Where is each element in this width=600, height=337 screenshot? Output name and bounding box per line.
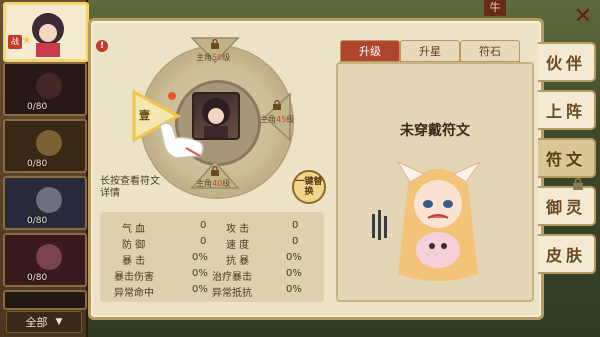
lock-icon bbox=[211, 166, 219, 176]
chevron-down-icon: ▼ bbox=[55, 317, 63, 327]
tab-upgrade[interactable]: 升级 bbox=[340, 40, 400, 62]
rune-slot-requirement: 主角45级 bbox=[260, 115, 295, 124]
close-icon[interactable]: ✕ bbox=[572, 6, 594, 28]
one-key-replace-button[interactable]: 一键替换 bbox=[292, 170, 326, 204]
partner-portrait bbox=[32, 13, 64, 57]
roster-card[interactable] bbox=[3, 290, 87, 310]
partner-portrait-center bbox=[192, 92, 240, 140]
no-rune-equipped-text: 未穿戴符文 bbox=[400, 123, 470, 139]
notification-dot bbox=[168, 92, 176, 100]
crying-mascot-illustration bbox=[372, 160, 482, 281]
roster-card[interactable]: 0/80 bbox=[3, 233, 87, 287]
tab-star-up[interactable]: 升星 bbox=[400, 40, 460, 62]
roster-card[interactable]: 0/80 bbox=[3, 176, 87, 230]
lock-icon bbox=[573, 178, 583, 190]
rune-slot-requirement: 主角50级 bbox=[196, 53, 231, 62]
roster-card-selected[interactable]: 战 ★ bbox=[3, 2, 89, 62]
stats-table: 气 血0 攻 击0 防 御0 速 度0 暴 击 0% 抗 暴 0% 暴击伤害 0% 治… bbox=[100, 212, 324, 302]
top-badge: 牛 bbox=[484, 0, 506, 16]
partner-level: 0/80 bbox=[27, 216, 48, 226]
lock-icon bbox=[273, 100, 281, 110]
rune-slot-requirement: 主角40级 bbox=[196, 179, 231, 188]
partner-roster[interactable]: 战 ★ 0/80 0/80 0/80 0/80 全部 ▼ bbox=[0, 0, 89, 337]
info-warning-icon[interactable]: ! bbox=[96, 40, 108, 52]
side-tab-deploy[interactable]: 上阵 bbox=[538, 90, 596, 130]
stat-row: 暴击伤害 0% 治疗暴击 0% bbox=[114, 268, 302, 283]
side-tab-spirit[interactable]: 御灵 bbox=[538, 186, 596, 226]
stat-row: 异常命中 0% 异常抵抗 0% bbox=[114, 284, 302, 299]
filter-label: 全部 bbox=[25, 316, 48, 329]
side-tab-skin[interactable]: 皮肤 bbox=[538, 234, 596, 274]
side-tab-partner[interactable]: 伙伴 bbox=[538, 42, 596, 82]
battle-badge: 战 bbox=[8, 35, 22, 49]
roster-card[interactable]: 0/80 bbox=[3, 62, 87, 116]
rune-info-panel: 未穿戴符文 bbox=[336, 62, 534, 302]
locked-overlay bbox=[5, 292, 85, 308]
roster-filter-dropdown[interactable]: 全部 ▼ bbox=[6, 311, 82, 333]
roster-card[interactable]: 0/80 bbox=[3, 119, 87, 173]
stat-row: 气 血0 攻 击0 bbox=[122, 220, 299, 235]
partner-level: 0/80 bbox=[27, 273, 48, 283]
partner-level: 0/80 bbox=[27, 159, 48, 169]
stat-row: 暴 击 0% 抗 暴 0% bbox=[122, 252, 302, 267]
long-press-hint: 长按查看符文详情 bbox=[100, 176, 160, 199]
side-tab-rune[interactable]: 符文 bbox=[538, 138, 596, 178]
star-icon: ★ bbox=[22, 35, 31, 46]
lock-icon bbox=[211, 39, 219, 49]
stat-row: 防 御0 速 度0 bbox=[122, 236, 299, 251]
rune-slot-number: 壹 bbox=[139, 109, 150, 122]
tab-rune-stone[interactable]: 符石 bbox=[460, 40, 520, 62]
partner-level: 0/80 bbox=[27, 102, 48, 112]
